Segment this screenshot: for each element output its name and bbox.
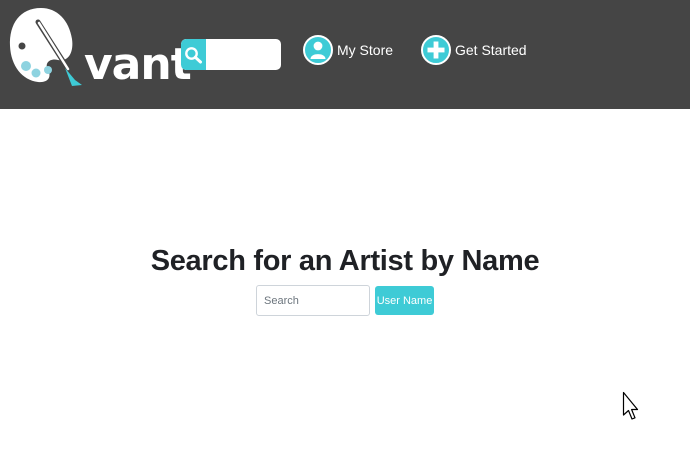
nav-search — [181, 39, 281, 70]
nav-my-store[interactable]: My Store — [303, 29, 393, 71]
nav-search-button[interactable] — [181, 39, 206, 70]
logo-text: vant — [84, 39, 192, 90]
mouse-cursor-icon — [622, 391, 639, 420]
nav-get-started[interactable]: Get Started — [421, 29, 527, 71]
plus-icon — [421, 29, 451, 71]
artist-search-input[interactable] — [256, 285, 370, 316]
nav-get-started-label: Get Started — [455, 42, 527, 58]
nav-my-store-label: My Store — [337, 42, 394, 58]
page-title: Search for an Artist by Name — [150, 245, 540, 277]
user-name-button[interactable]: User Name — [375, 286, 434, 315]
nav-search-input[interactable] — [207, 39, 281, 70]
user-icon — [303, 29, 333, 71]
logo[interactable]: vant — [8, 6, 192, 90]
palette-icon — [9, 8, 82, 86]
navbar: vant My Store Get Started — [0, 0, 690, 109]
search-icon — [185, 47, 202, 64]
